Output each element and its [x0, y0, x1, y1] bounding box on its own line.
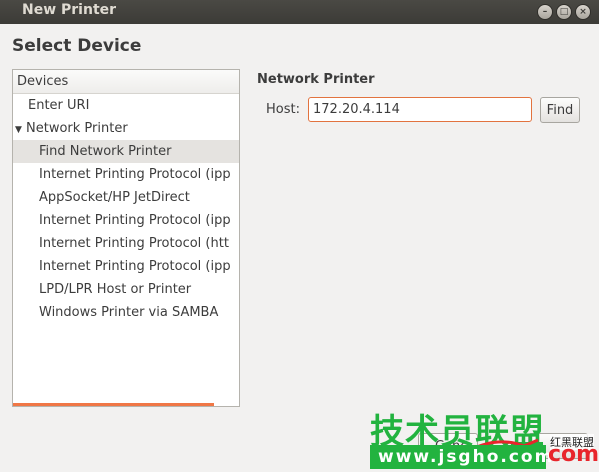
watermark-com: com: [548, 442, 599, 467]
minimize-button[interactable]: –: [537, 4, 553, 20]
device-item-lpd[interactable]: LPD/LPR Host or Printer: [13, 278, 239, 301]
title-bar: New Printer – □ ×: [0, 0, 599, 24]
device-item-ipp-3[interactable]: Internet Printing Protocol (ipp: [13, 255, 239, 278]
device-item-http[interactable]: Internet Printing Protocol (htt: [13, 232, 239, 255]
device-item-label: LPD/LPR Host or Printer: [39, 282, 192, 297]
find-button[interactable]: Find: [540, 97, 580, 123]
triangle-down-icon[interactable]: ▼: [13, 119, 26, 142]
device-item-samba[interactable]: Windows Printer via SAMBA: [13, 301, 239, 324]
device-list-header[interactable]: Devices: [13, 70, 239, 94]
host-label: Host:: [266, 102, 300, 117]
device-item-enter-uri[interactable]: Enter URI: [13, 94, 239, 117]
device-item-ipp-2[interactable]: Internet Printing Protocol (ipp: [13, 209, 239, 232]
device-list[interactable]: Devices Enter URI ▼ Network Printer Find …: [12, 69, 240, 407]
device-item-find-network-printer[interactable]: Find Network Printer: [13, 140, 239, 163]
device-item-label: Network Printer: [26, 121, 128, 136]
watermark-logo: 技术员联盟 红黑联盟 www.jsgho.com com: [368, 404, 599, 472]
device-item-network-printer[interactable]: ▼ Network Printer: [13, 117, 239, 140]
network-printer-title: Network Printer: [257, 72, 375, 87]
device-item-label: Internet Printing Protocol (ipp: [39, 213, 231, 228]
window-title: New Printer: [22, 2, 117, 18]
device-item-ipp-1[interactable]: Internet Printing Protocol (ipp: [13, 163, 239, 186]
horizontal-scroll-indicator[interactable]: [13, 403, 214, 406]
close-button[interactable]: ×: [575, 4, 591, 20]
host-input[interactable]: [308, 97, 532, 122]
device-item-label: Find Network Printer: [39, 144, 172, 159]
device-item-appsocket[interactable]: AppSocket/HP JetDirect: [13, 186, 239, 209]
device-item-label: Windows Printer via SAMBA: [39, 305, 219, 320]
device-item-label: Internet Printing Protocol (htt: [39, 236, 229, 251]
device-item-label: Enter URI: [28, 98, 90, 113]
device-item-label: AppSocket/HP JetDirect: [39, 190, 190, 205]
watermark-url: www.jsgho.com: [370, 445, 552, 469]
window-controls: – □ ×: [537, 4, 591, 20]
page-title: Select Device: [12, 36, 142, 56]
device-item-label: Internet Printing Protocol (ipp: [39, 259, 231, 274]
maximize-button[interactable]: □: [556, 4, 572, 20]
device-item-label: Internet Printing Protocol (ipp: [39, 167, 231, 182]
